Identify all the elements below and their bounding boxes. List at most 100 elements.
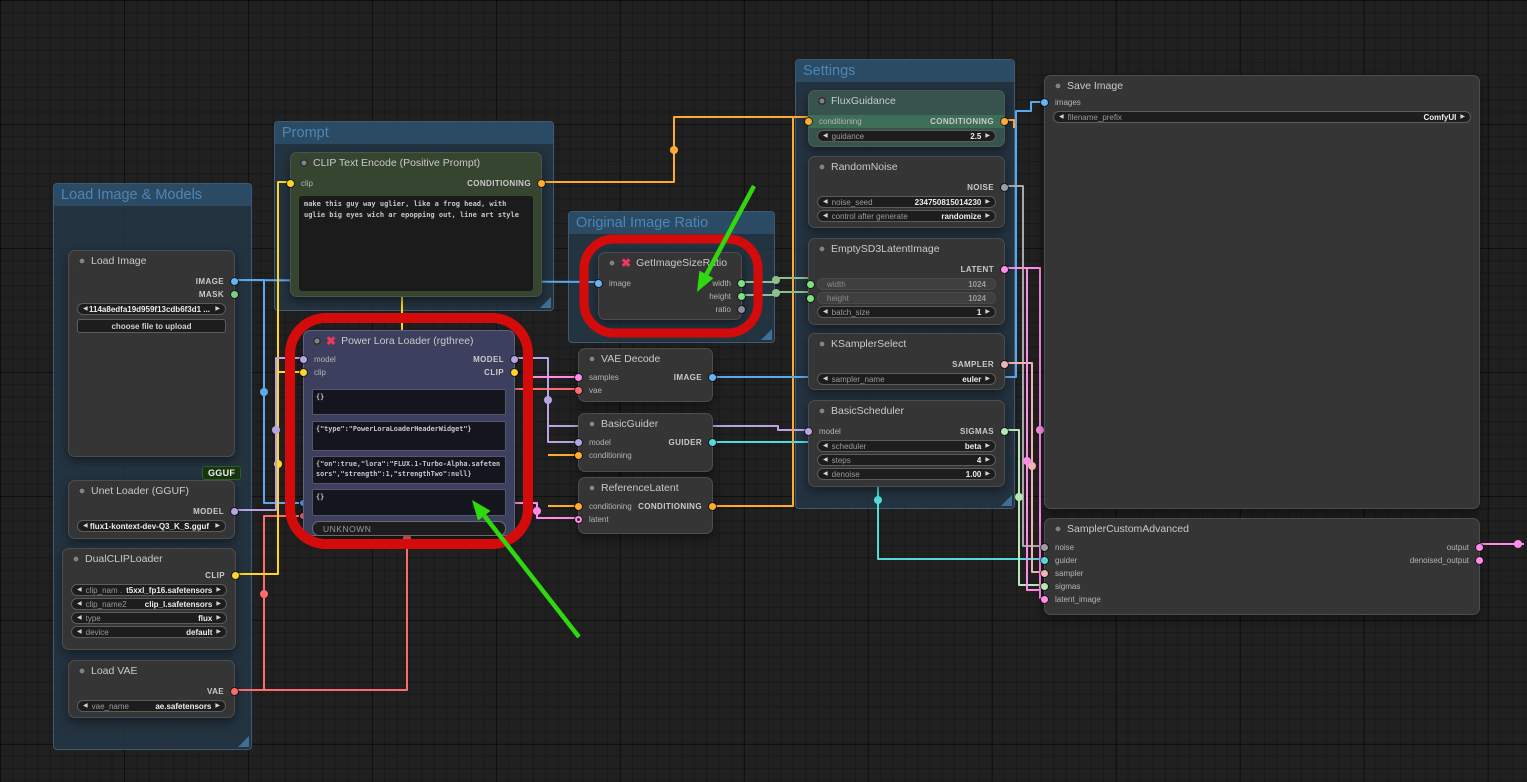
collapse-dot[interactable] (818, 163, 826, 171)
widget-combo[interactable]: ◀noise_seed234750815014230▶ (817, 196, 996, 208)
node-title-bar[interactable]: VAE Decode (579, 349, 712, 369)
node-title-bar[interactable]: BasicGuider (579, 414, 712, 434)
output-port[interactable] (511, 369, 518, 376)
arrow-right-icon[interactable]: ▶ (1460, 114, 1465, 120)
arrow-left-icon[interactable]: ◀ (823, 443, 828, 449)
input-port[interactable] (287, 180, 294, 187)
collapse-dot[interactable] (818, 407, 826, 415)
node-title-bar[interactable]: Unet Loader (GGUF) (69, 481, 234, 501)
widget-json-box[interactable]: {"on":true,"lora":"FLUX.1-Turbo-Alpha.sa… (312, 456, 506, 484)
collapse-dot[interactable] (72, 555, 80, 563)
arrow-left-icon[interactable]: ◀ (823, 133, 828, 139)
input-port[interactable] (1041, 596, 1048, 603)
collapse-dot[interactable] (300, 159, 308, 167)
widget-combo[interactable]: ◀sampler_nameeuler▶ (817, 373, 996, 385)
widget-converted-input[interactable]: height1024 (817, 292, 996, 304)
collapse-dot[interactable] (313, 337, 321, 345)
widget-combo[interactable]: ◀vae_nameae.safetensors▶ (77, 700, 226, 712)
arrow-left-icon[interactable]: ◀ (83, 703, 88, 709)
output-port[interactable] (231, 508, 238, 515)
widget-combo[interactable]: ◀clip_nam ...t5xxl_fp16.safetensors▶ (71, 584, 227, 596)
input-port[interactable] (1041, 557, 1048, 564)
arrow-left-icon[interactable]: ◀ (83, 523, 88, 529)
collapse-dot[interactable] (588, 484, 596, 492)
node-empty-sd3-latent[interactable]: EmptySD3LatentImageLATENTwidth1024height… (808, 238, 1005, 325)
node-reference-latent[interactable]: ReferenceLatentconditioningCONDITIONINGl… (578, 477, 713, 534)
input-port[interactable] (1041, 544, 1048, 551)
input-port[interactable] (575, 374, 582, 381)
arrow-right-icon[interactable]: ▶ (985, 471, 990, 477)
widget-combo[interactable]: ◀flux1-kontext-dev-Q3_K_S.gguf▶ (77, 520, 226, 532)
input-port[interactable] (300, 356, 307, 363)
input-port[interactable] (807, 281, 814, 288)
arrow-left-icon[interactable]: ◀ (77, 629, 82, 635)
arrow-right-icon[interactable]: ▶ (985, 199, 990, 205)
node-title-bar[interactable]: CLIP Text Encode (Positive Prompt) (291, 153, 541, 173)
node-title-bar[interactable]: Load VAE (69, 661, 234, 681)
collapse-dot[interactable] (78, 487, 86, 495)
node-sampler-custom-advanced[interactable]: SamplerCustomAdvancednoiseoutputguiderde… (1044, 518, 1480, 615)
collapse-dot[interactable] (818, 340, 826, 348)
collapse-dot[interactable] (588, 355, 596, 363)
node-power-lora-loader[interactable]: ✖Power Lora Loader (rgthree)modelMODELcl… (303, 330, 515, 536)
arrow-right-icon[interactable]: ▶ (216, 587, 221, 593)
output-port[interactable] (738, 280, 745, 287)
node-title-bar[interactable]: KSamplerSelect (809, 334, 1004, 354)
arrow-right-icon[interactable]: ▶ (985, 309, 990, 315)
node-title-bar[interactable]: FluxGuidance (809, 91, 1004, 111)
widget-converted-input[interactable]: width1024 (817, 278, 996, 290)
node-basic-scheduler[interactable]: BasicSchedulermodelSIGMAS◀schedulerbeta▶… (808, 400, 1005, 487)
collapse-dot[interactable] (78, 667, 86, 675)
widget-combo[interactable]: ◀control after generaterandomize▶ (817, 210, 996, 222)
arrow-left-icon[interactable]: ◀ (823, 376, 828, 382)
node-random-noise[interactable]: RandomNoiseNOISE◀noise_seed2347508150142… (808, 156, 1005, 228)
widget-combo[interactable]: ◀filename_prefixComfyUI▶ (1053, 111, 1471, 123)
input-port[interactable] (805, 118, 812, 125)
arrow-left-icon[interactable]: ◀ (823, 457, 828, 463)
output-port[interactable] (709, 374, 716, 381)
arrow-right-icon[interactable]: ▶ (985, 213, 990, 219)
arrow-left-icon[interactable]: ◀ (83, 306, 88, 312)
output-port[interactable] (1001, 118, 1008, 125)
input-port[interactable] (575, 503, 582, 510)
widget-combo[interactable]: ◀denoise1.00▶ (817, 468, 996, 480)
widget-combo[interactable]: ◀devicedefault▶ (71, 626, 227, 638)
node-title-bar[interactable]: Save Image (1045, 76, 1479, 96)
node-graph-canvas[interactable]: Load Image & ModelsPromptOriginal Image … (0, 0, 1527, 782)
node-title-bar[interactable]: ✖GetImageSizeRatio (599, 253, 741, 273)
arrow-right-icon[interactable]: ▶ (985, 443, 990, 449)
collapse-dot[interactable] (608, 259, 616, 267)
node-title-bar[interactable]: ReferenceLatent (579, 478, 712, 498)
output-port[interactable] (232, 572, 239, 579)
node-title-bar[interactable]: RandomNoise (809, 157, 1004, 177)
output-port[interactable] (709, 503, 716, 510)
arrow-left-icon[interactable]: ◀ (1059, 114, 1064, 120)
node-title-bar[interactable]: BasicScheduler (809, 401, 1004, 421)
output-port[interactable] (231, 688, 238, 695)
input-port[interactable] (1041, 570, 1048, 577)
node-unet-loader[interactable]: Unet Loader (GGUF)MODEL◀flux1-kontext-de… (68, 480, 235, 539)
unknown-widget-button[interactable]: UNKNOWN (312, 521, 506, 536)
node-ksampler-select[interactable]: KSamplerSelectSAMPLER◀sampler_nameeuler▶ (808, 333, 1005, 390)
arrow-left-icon[interactable]: ◀ (823, 309, 828, 315)
node-title-bar[interactable]: SamplerCustomAdvanced (1045, 519, 1479, 539)
arrow-left-icon[interactable]: ◀ (77, 615, 82, 621)
input-port[interactable] (805, 428, 812, 435)
input-port[interactable] (575, 387, 582, 394)
output-port[interactable] (1001, 361, 1008, 368)
node-basic-guider[interactable]: BasicGuidermodelGUIDERconditioning (578, 413, 713, 472)
node-title-bar[interactable]: EmptySD3LatentImage (809, 239, 1004, 259)
output-port[interactable] (1001, 184, 1008, 191)
node-title-bar[interactable]: ✖Power Lora Loader (rgthree) (304, 331, 514, 351)
arrow-right-icon[interactable]: ▶ (985, 457, 990, 463)
input-port[interactable] (575, 516, 582, 523)
output-port[interactable] (511, 356, 518, 363)
output-port[interactable] (1001, 266, 1008, 273)
input-port[interactable] (1041, 99, 1048, 106)
input-port[interactable] (575, 452, 582, 459)
arrow-left-icon[interactable]: ◀ (823, 199, 828, 205)
widget-combo[interactable]: ◀batch_size1▶ (817, 306, 996, 318)
node-save-image[interactable]: Save Imageimages◀filename_prefixComfyUI▶ (1044, 75, 1480, 509)
prompt-textarea[interactable]: make this guy way uglier, like a frog he… (299, 196, 533, 291)
output-port[interactable] (231, 278, 238, 285)
